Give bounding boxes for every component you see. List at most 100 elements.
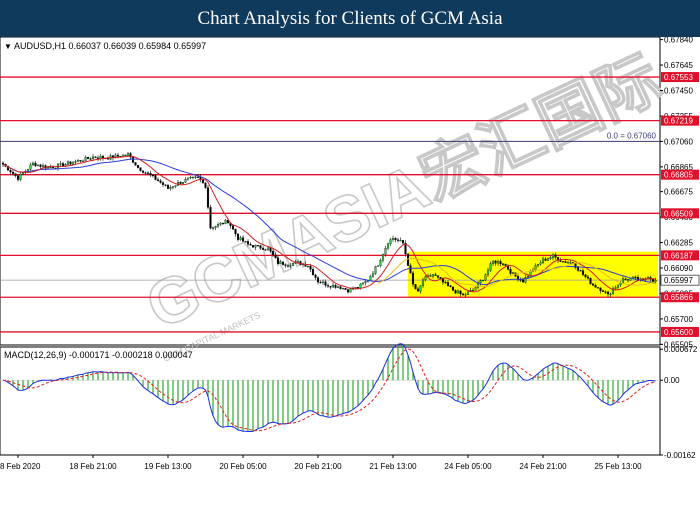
candle-body — [11, 171, 15, 174]
candle-body — [381, 254, 385, 261]
candle-body — [334, 284, 337, 288]
candle-body — [521, 279, 525, 283]
x-tick-label: 25 Feb 13:00 — [594, 462, 642, 471]
candle-body — [244, 241, 247, 243]
price-tick-label: 0.67840 — [664, 37, 693, 45]
candle-body — [461, 293, 465, 295]
candle-body — [591, 283, 595, 286]
candle-body — [279, 261, 282, 264]
candle-body — [256, 245, 260, 247]
candle-body — [306, 266, 310, 268]
candle-body — [9, 170, 12, 173]
candle-body — [39, 164, 42, 167]
macd-panel-frame — [0, 346, 661, 456]
candle-body — [326, 285, 330, 287]
candle-body — [489, 263, 492, 271]
candle-body — [519, 279, 522, 281]
candle-body — [424, 276, 427, 281]
candle-body — [386, 243, 390, 249]
candle-body — [511, 272, 515, 274]
candle-body — [296, 261, 300, 263]
candle-body — [254, 245, 257, 248]
candle-body — [551, 254, 555, 258]
candle-body — [161, 182, 165, 185]
candle-body — [211, 227, 215, 229]
candle-body — [159, 180, 162, 183]
candle-body — [74, 161, 77, 163]
candle-body — [96, 157, 100, 159]
macd-tick-label: 0.00 — [664, 376, 680, 385]
price-tick-label: 0.66285 — [664, 239, 693, 248]
x-tick-label: 24 Feb 05:00 — [444, 462, 492, 471]
x-tick-label: 20 Feb 05:00 — [219, 462, 267, 471]
candle-body — [166, 184, 170, 189]
candle-body — [204, 182, 207, 188]
candle-body — [456, 290, 460, 294]
candle-body — [621, 278, 625, 284]
candle-body — [281, 261, 285, 265]
candle-body — [284, 264, 287, 266]
candle-body — [259, 245, 262, 249]
candle-body — [526, 276, 530, 278]
candle-body — [654, 279, 657, 282]
candle-body — [581, 270, 585, 275]
candle-body — [441, 278, 445, 283]
candle-body — [414, 284, 417, 290]
candle-body — [81, 160, 85, 162]
candle-body — [51, 166, 55, 169]
price-tick-label: 0.65700 — [664, 315, 693, 324]
candle-body — [146, 172, 150, 174]
candle-body — [559, 260, 562, 262]
candle-body — [391, 238, 395, 240]
candle-body — [389, 239, 392, 244]
candle-body — [191, 176, 195, 178]
candle-body — [314, 274, 317, 278]
candle-body — [179, 182, 182, 184]
candle-body — [221, 222, 225, 225]
candle-body — [59, 163, 62, 165]
candle-body — [266, 247, 270, 250]
dropdown-triangle-icon[interactable]: ▼ — [4, 42, 12, 51]
candle-body — [536, 264, 540, 266]
candle-body — [396, 239, 400, 241]
candle-body — [496, 261, 500, 264]
candle-body — [566, 262, 570, 264]
candle-body — [134, 162, 137, 166]
candle-body — [499, 261, 502, 264]
macd-tick-label: 0.000672 — [664, 345, 698, 354]
candle-body — [604, 291, 607, 293]
symbol-header: ▼ AUDUSD,H1 0.66037 0.66039 0.65984 0.65… — [4, 41, 206, 51]
candle-body — [274, 254, 277, 258]
x-tick-label: 19 Feb 13:00 — [144, 462, 192, 471]
candle-body — [151, 174, 155, 177]
candle-body — [76, 160, 80, 162]
candle-body — [236, 233, 240, 240]
candle-body — [136, 165, 140, 168]
chart-area[interactable]: GCMASIA宏汇国际 GCM CAPITAL MARKETS 0.0 = 0.… — [0, 36, 700, 500]
candle-body — [624, 278, 627, 280]
candle-body — [634, 276, 637, 278]
chart-banner: Chart Analysis for Clients of GCM Asia — [0, 0, 700, 37]
candle-body — [154, 175, 157, 180]
candle-body — [594, 285, 597, 288]
fib-label: 0.0 = 0.67060 — [607, 131, 657, 140]
candle-body — [394, 238, 397, 240]
candle-body — [49, 166, 52, 169]
candle-body — [596, 287, 600, 289]
candle-body — [19, 173, 22, 180]
candle-body — [321, 281, 325, 283]
candle-body — [464, 294, 467, 296]
candle-body — [399, 240, 402, 242]
candle-body — [261, 248, 265, 250]
candle-body — [491, 260, 495, 264]
level-price-label-6: 0.65600 — [664, 328, 693, 337]
candle-body — [319, 281, 322, 284]
chart-svg[interactable]: GCMASIA宏汇国际 GCM CAPITAL MARKETS 0.0 = 0.… — [0, 36, 700, 500]
current-price-label: 0.65997 — [664, 276, 693, 285]
candle-body — [291, 263, 295, 266]
level-price-label-3: 0.66509 — [664, 209, 693, 218]
candle-body — [616, 284, 620, 288]
candle-body — [606, 291, 610, 295]
candle-body — [589, 278, 592, 285]
candle-body — [344, 288, 347, 290]
